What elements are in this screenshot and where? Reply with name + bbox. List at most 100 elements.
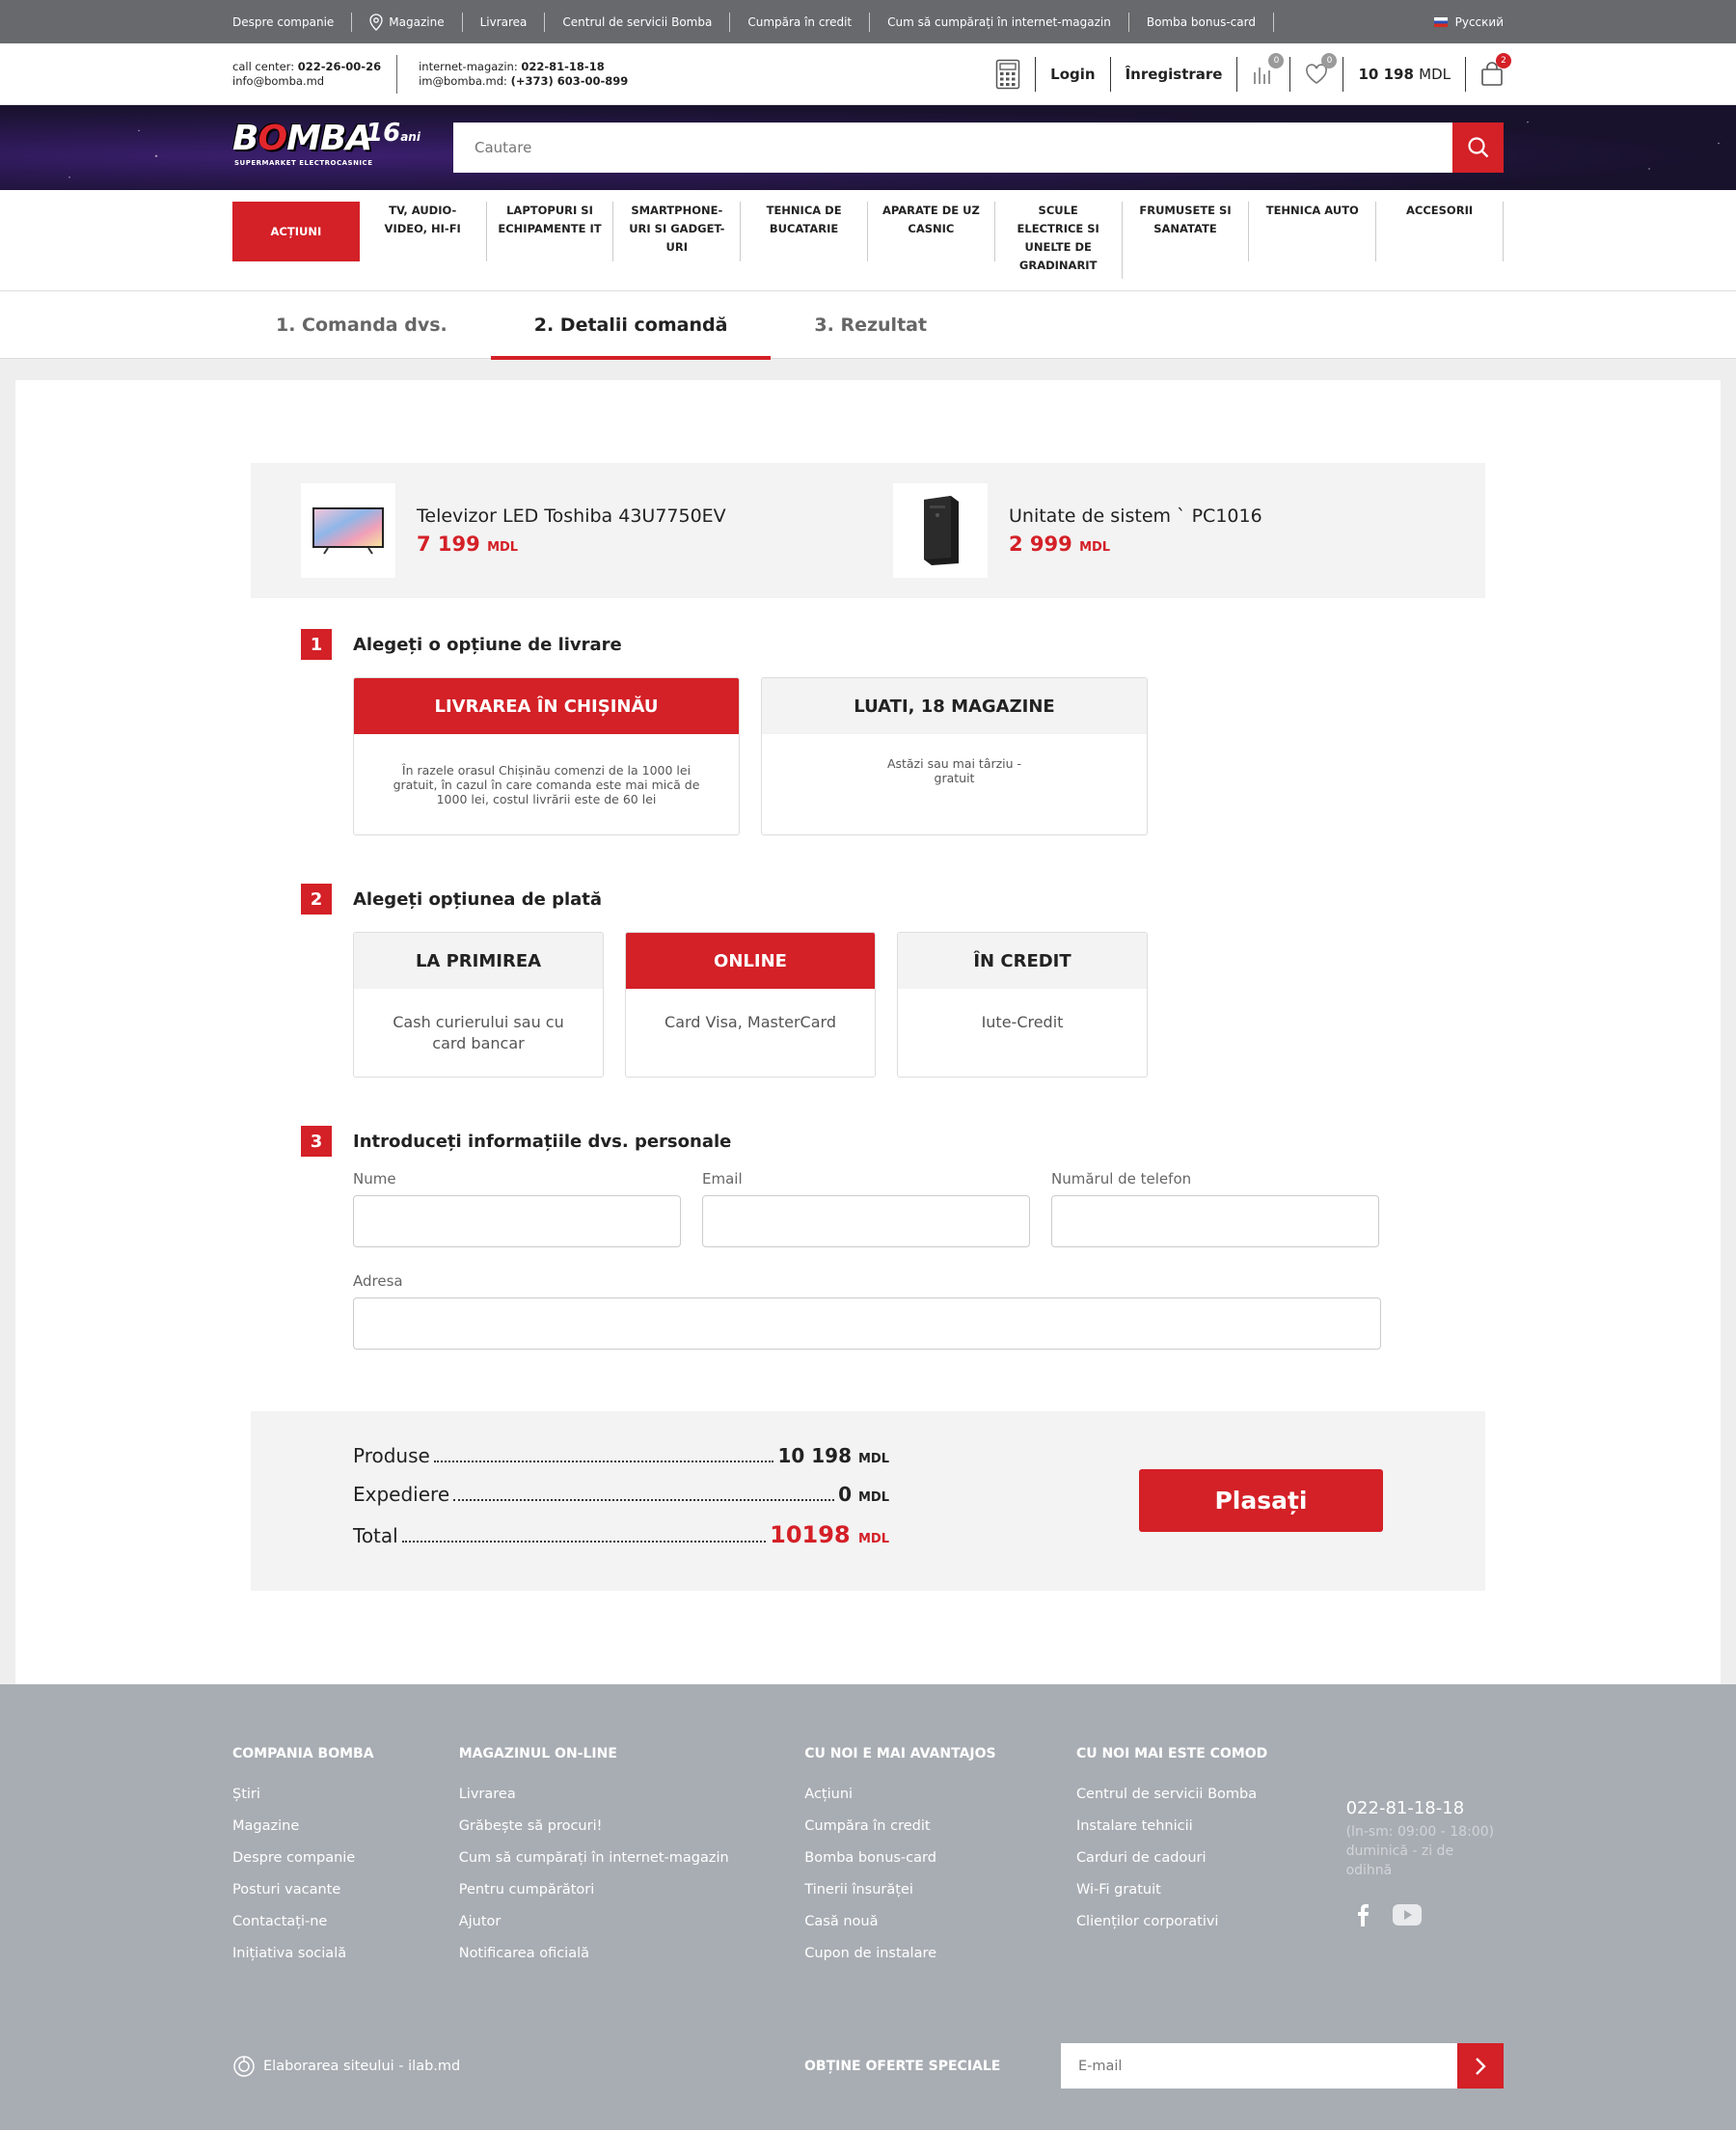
search-icon	[1467, 137, 1488, 158]
category-tv-audio[interactable]: TV, AUDIO-VIDEO, HI-FI	[360, 202, 487, 261]
order-summary: Produse 10 198 MDL Expediere 0 MDL Total…	[251, 1411, 1485, 1591]
summary-total-row: Total 10198 MDL	[353, 1521, 889, 1548]
special-offers-label: OBȚINE OFERTE SPECIALE	[804, 2058, 1001, 2074]
compare-button[interactable]: 0	[1237, 53, 1291, 92]
category-menu: ACȚIUNI TV, AUDIO-VIDEO, HI-FI LAPTOPURI…	[0, 190, 1736, 291]
developer-credit[interactable]: Elaborarea siteului - ilab.md	[232, 2055, 460, 2078]
cart-item[interactable]: Unitate de sistem ` PC1016 2 999 MDL	[893, 483, 1485, 578]
place-order-button[interactable]: Plasați	[1139, 1469, 1383, 1532]
calculator-button[interactable]	[981, 57, 1037, 92]
name-input[interactable]	[353, 1195, 681, 1247]
category-home-appliances[interactable]: APARATE DE UZ CASNIC	[868, 202, 995, 261]
footer-hours-weekdays: (ln-sm: 09:00 - 18:00)	[1345, 1824, 1495, 1840]
category-laptops[interactable]: LAPTOPURI SI ECHIPAMENTE IT	[487, 202, 614, 261]
shop-mobile[interactable]: (+373) 603-00-899	[511, 74, 629, 88]
contact-email[interactable]: info@bomba.md	[232, 74, 381, 89]
cart-count-badge: 2	[1496, 53, 1511, 68]
top-link-how-to-buy[interactable]: Cum să cumpărați în internet-magazin	[870, 12, 1129, 32]
footer-link[interactable]: Clienților corporativi	[1076, 1914, 1346, 1929]
footer-link[interactable]: Inițiativa socială	[232, 1946, 459, 1961]
payment-option-online[interactable]: ONLINE Card Visa, MasterCard	[625, 932, 876, 1078]
category-smartphones[interactable]: SMARTPHONE-URI SI GADGET-URI	[613, 202, 742, 261]
top-link-bonus-card[interactable]: Bomba bonus-card	[1129, 12, 1274, 32]
cart-item[interactable]: Televizor LED Toshiba 43U7750EV 7 199 MD…	[301, 483, 893, 578]
footer-link[interactable]: Notificarea oficială	[459, 1946, 805, 1961]
step-details[interactable]: 2. Detalii comandă	[490, 291, 772, 360]
phone-input[interactable]	[1051, 1195, 1379, 1247]
language-switch[interactable]: Русский	[1433, 0, 1504, 43]
category-beauty[interactable]: FRUMUSETE SI SANATATE	[1123, 202, 1250, 261]
payment-option-credit[interactable]: ÎN CREDIT Iute-Credit	[897, 932, 1148, 1078]
login-link[interactable]: Login	[1036, 57, 1111, 92]
footer-column-advantages: CU NOI E MAI AVANTAJOS Acțiuni Cumpăra î…	[804, 1746, 1076, 1978]
step-order[interactable]: 1. Comanda dvs.	[232, 291, 491, 359]
step-number: 2	[301, 884, 332, 915]
address-input[interactable]	[353, 1297, 1381, 1350]
payment-option-on-delivery[interactable]: LA PRIMIREA Cash curierului sau cu card …	[353, 932, 604, 1078]
cart-items: Televizor LED Toshiba 43U7750EV 7 199 MD…	[251, 463, 1485, 598]
top-link-credit[interactable]: Cumpăra în credit	[730, 12, 871, 32]
footer-column-title: CU NOI E MAI AVANTAJOS	[804, 1746, 996, 1761]
footer-link[interactable]: Casă nouă	[804, 1914, 1076, 1929]
footer-link[interactable]: Pentru cumpărători	[459, 1882, 805, 1898]
personal-info-section: 3 Introduceți informațiile dvs. personal…	[251, 1126, 1485, 1350]
category-kitchen[interactable]: TEHNICA DE BUCATARIE	[741, 202, 868, 261]
footer-link[interactable]: Livrarea	[459, 1787, 805, 1802]
footer-link[interactable]: Instalare tehnicii	[1076, 1818, 1346, 1834]
register-link[interactable]: Înregistrare	[1111, 57, 1238, 92]
shop-phone[interactable]: 022-81-18-18	[521, 60, 604, 73]
email-label: Email	[702, 1170, 743, 1188]
footer-link[interactable]: Ajutor	[459, 1914, 805, 1929]
cart-total[interactable]: 10 198 MDL	[1343, 57, 1466, 92]
bomba-logo[interactable]: BOMBA 16ani SUPERMARKET ELECTROCASNICE	[232, 119, 435, 177]
tv-image-icon	[312, 507, 384, 555]
total-value: 10198 MDL	[770, 1521, 889, 1548]
footer-link[interactable]: Bomba bonus-card	[804, 1850, 1076, 1866]
footer-link[interactable]: Contactați-ne	[232, 1914, 459, 1929]
shop-contacts-block: internet-magazin: 022-81-18-18 im@bomba.…	[396, 55, 643, 94]
newsletter-form	[1061, 2043, 1504, 2089]
delivery-option-pickup[interactable]: LUATI, 18 MAGAZINE Astăzi sau mai târziu…	[761, 677, 1148, 835]
facebook-icon[interactable]	[1356, 1903, 1370, 1926]
language-label: Русский	[1454, 14, 1504, 29]
footer-link[interactable]: Acțiuni	[804, 1787, 1076, 1802]
top-link-delivery[interactable]: Livrarea	[463, 12, 546, 32]
category-accessories[interactable]: ACCESORII	[1376, 202, 1504, 261]
category-actiuni[interactable]: ACȚIUNI	[232, 202, 360, 261]
contacts-bar: call center: 022-26-00-26 info@bomba.md …	[0, 43, 1736, 105]
footer-link[interactable]: Tinerii însurăței	[804, 1882, 1076, 1898]
youtube-icon[interactable]	[1392, 1904, 1422, 1925]
footer-link[interactable]: Centrul de servicii Bomba	[1076, 1787, 1346, 1802]
callcenter-phone[interactable]: 022-26-00-26	[298, 60, 381, 73]
product-name[interactable]: Unitate de sistem ` PC1016	[1009, 505, 1262, 527]
option-description: În razele orasul Chișinău comenzi de la …	[393, 762, 700, 806]
wishlist-button[interactable]: 0	[1290, 53, 1344, 92]
footer-link[interactable]: Posturi vacante	[232, 1882, 459, 1898]
footer-link[interactable]: Despre companie	[232, 1850, 459, 1866]
top-link-service[interactable]: Centrul de servicii Bomba	[545, 12, 731, 32]
footer-phone[interactable]: 022-81-18-18	[1346, 1798, 1504, 1818]
option-title: LA PRIMIREA	[354, 933, 603, 989]
footer-link[interactable]: Carduri de cadouri	[1076, 1850, 1346, 1866]
cart-button[interactable]: 2	[1466, 53, 1511, 92]
top-link-stores[interactable]: Magazine	[352, 12, 463, 32]
newsletter-submit-button[interactable]	[1457, 2043, 1504, 2089]
footer-link[interactable]: Cumpăra în credit	[804, 1818, 1076, 1834]
footer-link[interactable]: Cum să cumpărați în internet-magazin	[459, 1850, 805, 1866]
summary-products-row: Produse 10 198 MDL	[353, 1444, 889, 1467]
search-button[interactable]	[1452, 123, 1504, 173]
search-input[interactable]	[453, 123, 1452, 173]
category-auto[interactable]: TEHNICA AUTO	[1249, 202, 1377, 261]
product-name[interactable]: Televizor LED Toshiba 43U7750EV	[417, 505, 726, 527]
top-link-about[interactable]: Despre companie	[232, 12, 353, 32]
newsletter-email-input[interactable]	[1061, 2043, 1457, 2089]
footer-link[interactable]: Știri	[232, 1787, 459, 1802]
option-title: LUATI, 18 MAGAZINE	[762, 678, 1147, 734]
footer-link[interactable]: Wi-Fi gratuit	[1076, 1882, 1346, 1898]
email-input[interactable]	[702, 1195, 1030, 1247]
footer-link[interactable]: Cupon de instalare	[804, 1946, 1076, 1961]
delivery-option-chisinau[interactable]: LIVRAREA ÎN CHIȘINĂU În razele orasul Ch…	[353, 677, 740, 835]
footer-link[interactable]: Magazine	[232, 1818, 459, 1834]
category-tools[interactable]: SCULE ELECTRICE SI UNELTE DE GRADINARIT	[995, 202, 1123, 279]
footer-link[interactable]: Grăbește să procuri!	[459, 1818, 805, 1834]
